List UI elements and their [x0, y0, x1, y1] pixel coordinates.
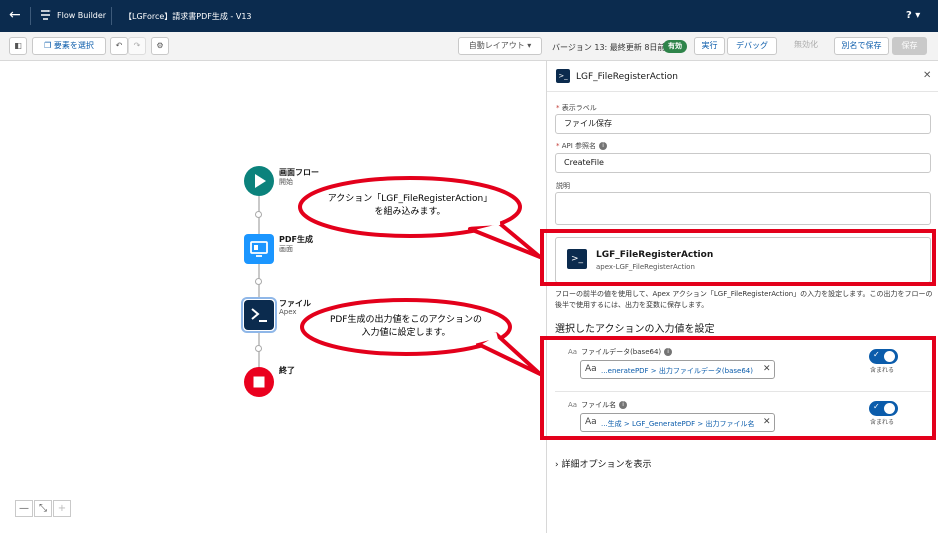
stop-icon [253, 376, 265, 388]
app-name: Flow Builder [57, 11, 107, 20]
undo-button[interactable]: ↶ [110, 37, 128, 55]
start-node-subtitle: 開始 [279, 178, 293, 186]
apex-node-subtitle: Apex [279, 308, 297, 316]
screen-node-subtitle: 画面 [279, 245, 293, 253]
label-input[interactable]: ファイル保存 [555, 114, 931, 134]
callout-2-text: PDF生成の出力値をこのアクションの 入力値に設定します。 [306, 314, 506, 340]
select-elements-label: 要素を選択 [53, 41, 94, 50]
show-advanced-options-toggle[interactable]: › 詳細オプションを表示 [555, 457, 651, 470]
api-name-input[interactable]: CreateFile [555, 153, 931, 173]
callout-1-text: アクション「LGF_FileRegisterAction」 を組み込みます。 [304, 193, 516, 219]
panel-toggle-icon: ◧ [14, 41, 22, 50]
add-element-connector[interactable] [255, 211, 262, 218]
add-element-connector[interactable] [255, 345, 262, 352]
apex-action-node[interactable] [241, 297, 277, 333]
layout-mode-dropdown[interactable]: 自動レイアウト ▾ [458, 37, 542, 55]
undo-icon: ↶ [115, 41, 123, 50]
add-element-connector[interactable] [255, 278, 262, 285]
screen-icon [250, 241, 268, 257]
back-arrow-icon[interactable]: ← [9, 8, 21, 22]
close-icon[interactable]: ✕ [923, 70, 931, 81]
advanced-options-label: 詳細オプションを表示 [561, 460, 652, 470]
redo-button[interactable]: ↷ [128, 37, 146, 55]
version-info: バージョン 13: 最終更新 8日前 [552, 43, 666, 52]
action-description: フローの前半の値を使用して、Apex アクション「LGF_FileRegiste… [555, 290, 933, 309]
apex-node-body [244, 300, 274, 330]
toggle-panel-button[interactable]: ◧ [9, 37, 27, 55]
api-name-label-text: API 参照名 [561, 142, 597, 150]
highlight-frame-inputs [540, 336, 936, 440]
end-node[interactable] [244, 367, 274, 397]
callout-2-line-1: PDF生成の出力値をこのアクションの [329, 315, 483, 325]
fit-view-button[interactable]: ⤡ [34, 500, 52, 517]
run-button[interactable]: 実行 [694, 37, 725, 55]
zoom-out-button[interactable]: — [15, 500, 33, 517]
save-button[interactable]: 保存 [892, 37, 927, 55]
global-header: ← Flow Builder 【LGForce】請求書PDF生成 - V13 ?… [0, 0, 938, 32]
label-field-text: 表示ラベル [561, 104, 597, 112]
panel-title: LGF_FileRegisterAction [576, 72, 678, 82]
info-icon[interactable]: i [599, 142, 608, 150]
select-elements-icon: ❐ [44, 41, 54, 50]
header-divider [111, 7, 112, 25]
panel-header: >_ LGF_FileRegisterAction ✕ [547, 61, 938, 92]
redo-icon: ↷ [133, 41, 141, 50]
play-icon [255, 174, 266, 188]
input-values-heading: 選択したアクションの入力値を設定 [555, 324, 715, 335]
help-menu-button[interactable]: ? ▾ [906, 10, 920, 21]
gear-icon: ⚙ [156, 41, 164, 50]
highlight-frame-action [540, 229, 936, 286]
description-field-label: 説明 [556, 182, 570, 190]
api-name-field-label: * API 参照名 i [556, 141, 608, 151]
callout-2-line-2: 入力値に設定します。 [361, 328, 451, 338]
property-editor-panel: >_ LGF_FileRegisterAction ✕ * 表示ラベル ファイル… [546, 61, 938, 533]
debug-button[interactable]: デバッグ [727, 37, 777, 55]
builder-toolbar: ◧ ❐ 要素を選択 ↶ ↷ ⚙ 自動レイアウト ▾ バージョン 13: 最終更新… [0, 32, 938, 61]
header-divider [30, 7, 31, 25]
flow-canvas[interactable]: 画面フロー 開始 PDF生成 画面 ファイル Apex 終了 — ⤡ + [0, 61, 546, 533]
save-as-button[interactable]: 別名で保存 [834, 37, 889, 55]
label-field-label: * 表示ラベル [556, 103, 597, 113]
deactivate-button[interactable]: 無効化 [784, 37, 828, 55]
end-node-title: 終了 [279, 366, 295, 375]
select-elements-button[interactable]: ❐ 要素を選択 [32, 37, 106, 55]
screen-node[interactable] [244, 234, 274, 264]
flow-builder-icon [41, 10, 51, 20]
start-node[interactable] [244, 166, 274, 196]
terminal-icon [251, 308, 267, 322]
flow-title: 【LGForce】請求書PDF生成 - V13 [124, 12, 252, 21]
callout-1-line-1: アクション「LGF_FileRegisterAction」 [327, 194, 493, 204]
description-textarea[interactable] [555, 192, 931, 225]
status-badge: 有効 [663, 40, 687, 53]
terminal-icon: >_ [556, 69, 570, 83]
zoom-in-button[interactable]: + [53, 500, 71, 517]
callout-1-line-2: を組み込みます。 [374, 207, 446, 217]
settings-button[interactable]: ⚙ [151, 37, 169, 55]
